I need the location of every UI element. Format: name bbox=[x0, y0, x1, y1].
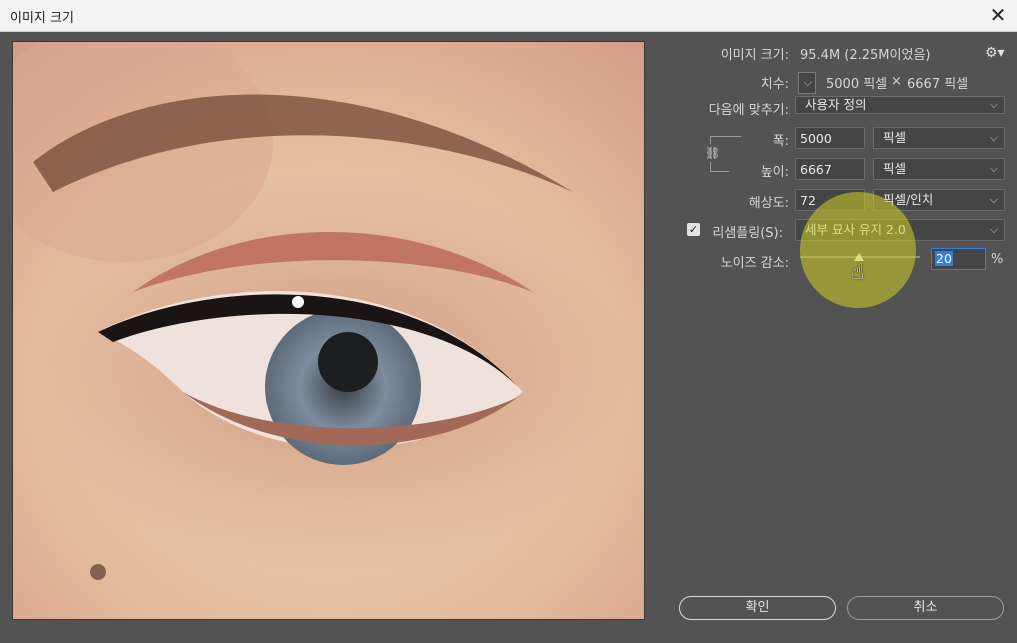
fit-to-label: 다음에 맞추기: bbox=[708, 103, 789, 118]
width-label: 폭: bbox=[772, 134, 789, 149]
dimensions-unit-dropdown[interactable]: ⌵ bbox=[798, 72, 816, 94]
chevron-down-icon: ⌵ bbox=[989, 223, 998, 236]
resolution-label: 해상도: bbox=[748, 196, 789, 211]
cancel-button[interactable]: 취소 bbox=[847, 596, 1004, 620]
dimensions-times: × bbox=[891, 74, 902, 89]
dimensions-height: 6667 픽셀 bbox=[907, 77, 969, 92]
noise-reduction-value: 20 bbox=[935, 251, 953, 266]
chain-link-icon[interactable]: ⛓ bbox=[705, 144, 720, 162]
image-preview[interactable] bbox=[12, 41, 645, 620]
resample-method-value: 세부 묘사 유지 2.0 bbox=[805, 222, 906, 237]
dimensions-label: 치수: bbox=[760, 77, 789, 92]
window-title: 이미지 크기 bbox=[10, 11, 74, 26]
noise-reduction-unit: % bbox=[991, 252, 1004, 267]
noise-reduction-slider-thumb[interactable] bbox=[854, 253, 864, 261]
title-bar: 이미지 크기 ✕ bbox=[0, 0, 1017, 32]
chevron-down-icon: ⌵ bbox=[989, 131, 998, 144]
height-label: 높이: bbox=[760, 165, 789, 180]
height-unit-dropdown[interactable]: 픽셀 ⌵ bbox=[873, 158, 1005, 180]
image-size-label: 이미지 크기: bbox=[720, 48, 789, 63]
chevron-down-icon: ⌵ bbox=[989, 98, 998, 111]
noise-reduction-input[interactable]: 20 bbox=[931, 248, 986, 270]
height-unit: 픽셀 bbox=[883, 161, 907, 176]
noise-reduction-label: 노이즈 감소: bbox=[720, 256, 789, 271]
width-input[interactable]: 5000 bbox=[795, 127, 865, 149]
resolution-unit: 픽셀/인치 bbox=[883, 192, 934, 207]
fit-to-dropdown[interactable]: 사용자 정의 ⌵ bbox=[795, 96, 1005, 114]
image-size-value: 95.4M (2.25M이었음) bbox=[800, 48, 931, 63]
resample-label: 리샘플링(S): bbox=[712, 226, 783, 241]
resolution-unit-dropdown[interactable]: 픽셀/인치 ⌵ bbox=[873, 189, 1005, 211]
ok-button[interactable]: 확인 bbox=[679, 596, 836, 620]
resolution-input[interactable]: 72 bbox=[795, 189, 865, 211]
close-icon[interactable]: ✕ bbox=[985, 2, 1011, 28]
width-unit-dropdown[interactable]: 픽셀 ⌵ bbox=[873, 127, 1005, 149]
gear-icon[interactable]: ⚙▾ bbox=[985, 45, 1005, 61]
eye-preview-image bbox=[13, 42, 644, 619]
dimensions-width: 5000 픽셀 bbox=[826, 77, 888, 92]
resample-checkbox[interactable]: ✓ bbox=[687, 223, 700, 236]
chevron-down-icon: ⌵ bbox=[989, 193, 998, 206]
width-unit: 픽셀 bbox=[883, 130, 907, 145]
chevron-down-icon: ⌵ bbox=[803, 76, 812, 89]
hand-cursor-icon: ☝ bbox=[851, 260, 865, 285]
fit-to-value: 사용자 정의 bbox=[805, 97, 867, 112]
chevron-down-icon: ⌵ bbox=[989, 162, 998, 175]
resample-method-dropdown[interactable]: 세부 묘사 유지 2.0 ⌵ bbox=[795, 219, 1005, 241]
height-input[interactable]: 6667 bbox=[795, 158, 865, 180]
